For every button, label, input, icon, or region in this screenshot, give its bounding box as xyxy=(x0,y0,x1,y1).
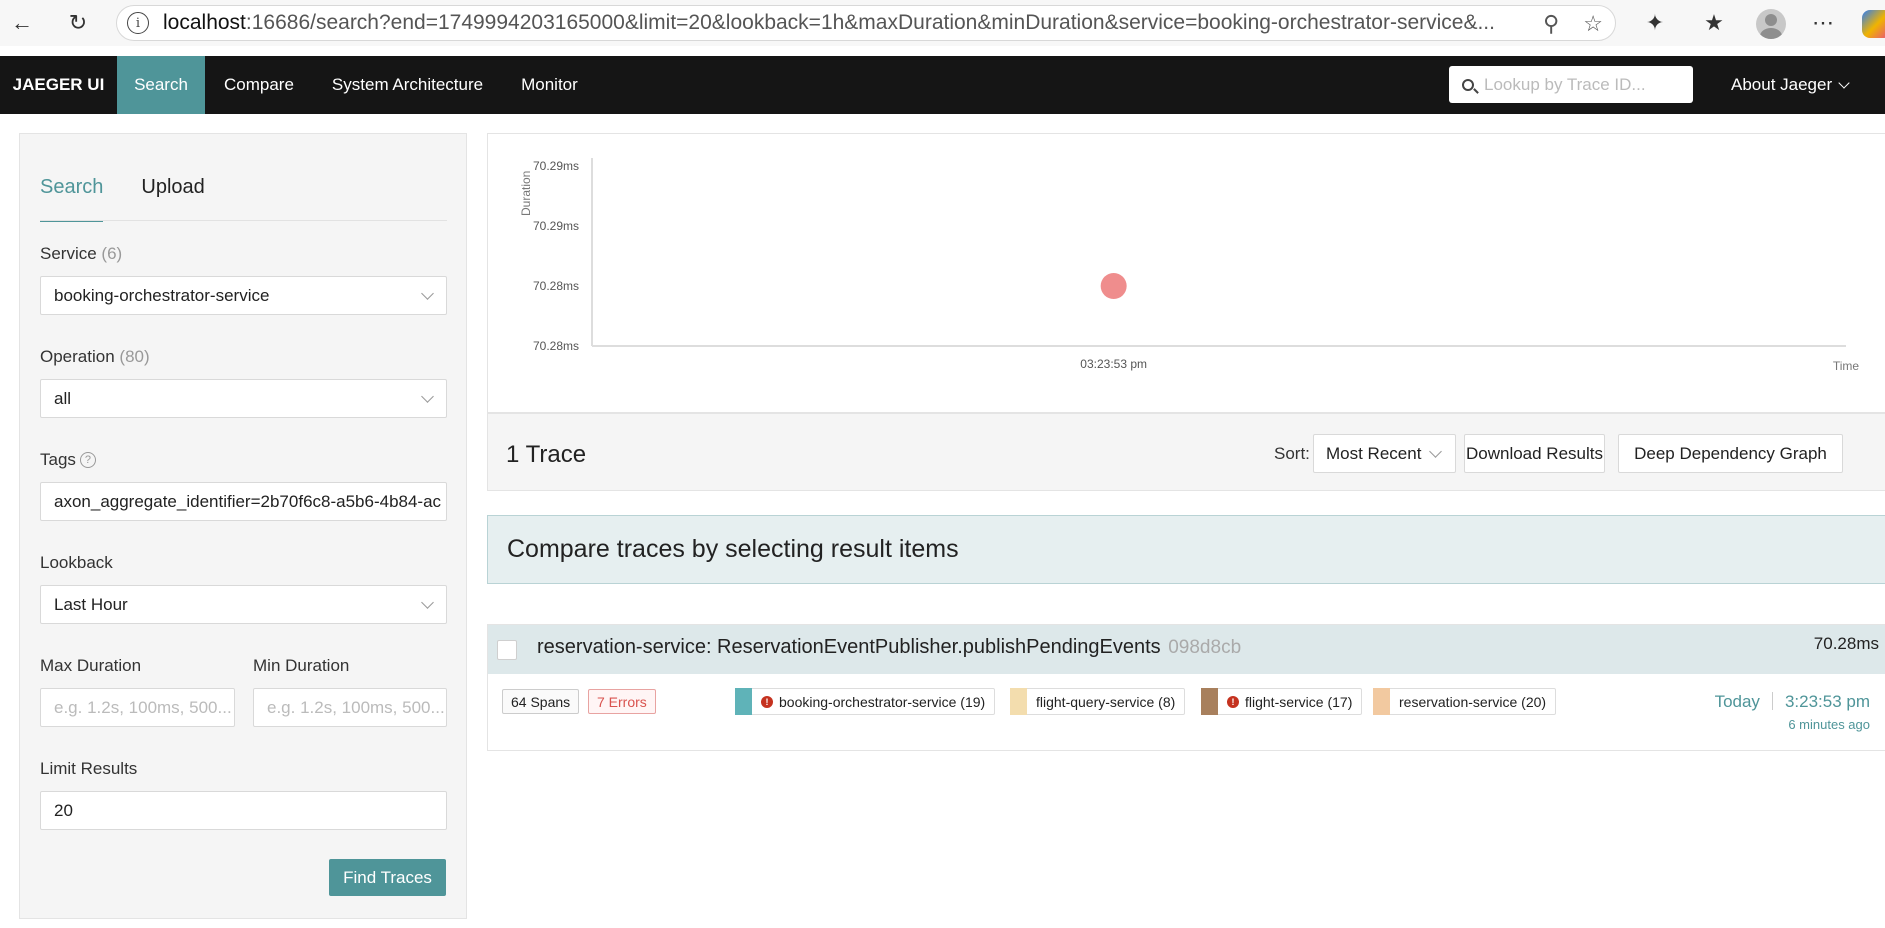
tags-label: Tags? xyxy=(40,450,96,470)
trace-id: 098d8cb xyxy=(1168,637,1242,658)
more-menu-icon[interactable]: ⋯ xyxy=(1807,8,1839,38)
max-duration-input[interactable]: e.g. 1.2s, 100ms, 500... xyxy=(40,688,235,727)
limit-results-input[interactable]: 20 xyxy=(40,791,447,830)
trace-data-point xyxy=(1100,273,1127,299)
errors-count-badge: 7 Errors xyxy=(588,689,656,714)
trace-id-input[interactable] xyxy=(1484,74,1684,95)
zoom-icon[interactable]: ⚲ xyxy=(1543,11,1559,37)
jaeger-logo[interactable]: JAEGER UI xyxy=(0,56,117,114)
service-tag-booking-orchestrator: ! booking-orchestrator-service (19) xyxy=(735,688,996,715)
search-form-panel: Search Upload Service (6) booking-orches… xyxy=(19,133,467,919)
chevron-down-icon xyxy=(1838,77,1850,89)
nav-monitor[interactable]: Monitor xyxy=(502,56,597,114)
favorite-star-icon[interactable]: ☆ xyxy=(1583,11,1603,37)
lookback-label: Lookback xyxy=(40,553,113,572)
service-color-swatch xyxy=(1201,688,1218,715)
trace-duration: 70.28ms xyxy=(1813,634,1879,653)
operation-select[interactable]: all xyxy=(40,379,447,418)
service-select[interactable]: booking-orchestrator-service xyxy=(40,276,447,315)
scatter-plot-svg: 70.29ms 70.29ms 70.28ms 70.28ms Duration 03:2… xyxy=(519,158,1860,373)
trace-id-lookup[interactable] xyxy=(1449,66,1693,103)
browser-toolbar: ← ↻ i localhost:16686/search?end=1749994… xyxy=(0,0,1885,46)
x-tick-label: 03:23:53 pm xyxy=(1080,357,1147,371)
profile-avatar[interactable] xyxy=(1756,9,1786,39)
min-duration-input[interactable]: e.g. 1.2s, 100ms, 500... xyxy=(253,688,447,727)
jaeger-topnav: JAEGER UI Search Compare System Architec… xyxy=(0,56,1885,114)
sort-select[interactable]: Most Recent xyxy=(1313,434,1456,473)
service-color-swatch xyxy=(735,688,752,715)
service-color-swatch xyxy=(1373,688,1390,715)
chevron-down-icon xyxy=(421,287,434,300)
service-label: Service (6) xyxy=(40,244,123,263)
tags-input[interactable]: axon_aggregate_identifier=2b70f6c8-a5b6-… xyxy=(40,482,447,521)
compare-banner: Compare traces by selecting result items xyxy=(487,515,1885,584)
y-tick-label: 70.29ms xyxy=(533,159,579,173)
tab-search[interactable]: Search xyxy=(40,176,104,222)
site-info-icon[interactable]: i xyxy=(127,12,149,34)
nav-search[interactable]: Search xyxy=(117,56,205,114)
nav-system-architecture[interactable]: System Architecture xyxy=(313,56,502,114)
trace-result-header[interactable]: reservation-service: ReservationEventPub… xyxy=(488,625,1885,674)
copilot-icon[interactable] xyxy=(1862,10,1885,38)
service-tag-flight-query: flight-query-service (8) xyxy=(1010,688,1186,715)
min-duration-label: Min Duration xyxy=(253,656,350,675)
trace-result-item[interactable]: reservation-service: ReservationEventPub… xyxy=(487,624,1885,751)
deep-dependency-graph-button[interactable]: Deep Dependency Graph xyxy=(1618,434,1843,473)
results-header: 1 Trace Sort: Most Recent Download Resul… xyxy=(487,413,1885,491)
service-tag-flight-service: ! flight-service (17) xyxy=(1201,688,1363,715)
y-axis-label: Duration xyxy=(519,171,533,216)
trace-title[interactable]: reservation-service: ReservationEventPub… xyxy=(537,636,1241,659)
lookback-select[interactable]: Last Hour xyxy=(40,585,447,624)
reload-icon[interactable]: ↻ xyxy=(63,8,93,38)
chevron-down-icon xyxy=(1429,445,1442,458)
find-traces-button[interactable]: Find Traces xyxy=(329,859,446,896)
max-duration-label: Max Duration xyxy=(40,656,142,675)
back-icon[interactable]: ← xyxy=(7,8,37,38)
y-tick-label: 70.29ms xyxy=(533,219,579,233)
extensions-icon[interactable]: ✦ xyxy=(1639,8,1671,38)
favorites-icon[interactable]: ★ xyxy=(1698,8,1730,38)
search-icon xyxy=(1462,78,1474,91)
trace-relative-time: 6 minutes ago xyxy=(1788,717,1870,732)
spans-count-badge: 64 Spans xyxy=(502,689,580,714)
trace-scatter-chart: 70.29ms 70.29ms 70.28ms 70.28ms Duration 03:2… xyxy=(487,133,1885,413)
error-icon: ! xyxy=(1227,695,1239,708)
results-count: 1 Trace xyxy=(506,441,587,468)
error-icon: ! xyxy=(761,695,773,708)
tabs-divider xyxy=(40,220,447,221)
tab-upload[interactable]: Upload xyxy=(141,176,204,222)
sort-label: Sort: xyxy=(1274,444,1310,463)
nav-compare[interactable]: Compare xyxy=(205,56,313,114)
x-axis-label: Time xyxy=(1833,359,1860,373)
chevron-down-icon xyxy=(421,390,434,403)
about-jaeger-menu[interactable]: About Jaeger xyxy=(1731,56,1850,114)
chevron-down-icon xyxy=(421,596,434,609)
url-text: localhost:16686/search?end=1749994203165… xyxy=(163,11,1495,34)
help-icon[interactable]: ? xyxy=(79,452,96,468)
y-tick-label: 70.28ms xyxy=(533,339,579,353)
trace-select-checkbox[interactable] xyxy=(497,640,517,660)
y-tick-label: 70.28ms xyxy=(533,279,579,293)
service-tag-reservation-service: reservation-service (20) xyxy=(1373,688,1557,715)
limit-results-label: Limit Results xyxy=(40,759,138,778)
about-jaeger-label: About Jaeger xyxy=(1731,75,1833,94)
address-bar[interactable]: i localhost:16686/search?end=17499942031… xyxy=(116,5,1616,41)
trace-start-time: Today 3:23:53 pm xyxy=(1714,692,1870,711)
download-results-button[interactable]: Download Results xyxy=(1464,434,1605,473)
operation-label: Operation (80) xyxy=(40,347,150,366)
service-color-swatch xyxy=(1010,688,1027,715)
